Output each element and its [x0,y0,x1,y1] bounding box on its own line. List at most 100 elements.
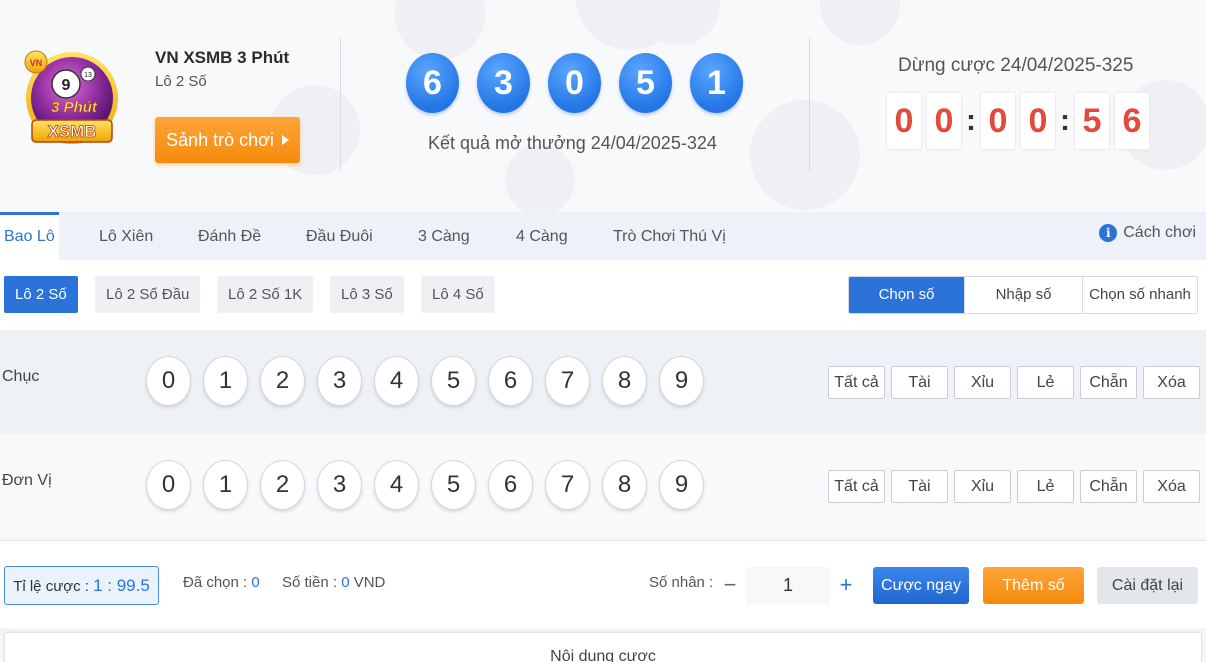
multiplier-label: Số nhân : [649,574,714,591]
bet-now-button[interactable]: Cược ngay [873,567,969,604]
number-row-don-vi: Đơn Vị 0 1 2 3 4 5 6 7 8 9 Tất cả Tài Xỉ… [0,434,1206,538]
svg-text:XSMB: XSMB [47,122,96,141]
number-row-chuc: Chục 0 1 2 3 4 5 6 7 8 9 Tất cả Tài Xỉu … [0,330,1206,434]
countdown-timer: 0 0 : 0 0 : 5 6 [886,92,1154,150]
arrow-right-icon [281,135,289,145]
mode-chon-so[interactable]: Chọn số [849,277,964,313]
tab-bao-lo[interactable]: Bao Lô [0,212,59,260]
result-ball: 5 [619,53,672,113]
subtab-lo-2-so-1k[interactable]: Lô 2 Số 1K [217,276,314,313]
number-ball[interactable]: 7 [545,460,590,510]
result-label: Kết quả mở thưởng 24/04/2025-324 [428,133,717,153]
select-small-button[interactable]: Xỉu [954,470,1011,503]
subtab-lo-4-so[interactable]: Lô 4 Số [421,276,495,313]
number-ball[interactable]: 8 [602,460,647,510]
number-balls: 0 1 2 3 4 5 6 7 8 9 [146,460,704,510]
result-ball: 0 [548,53,601,113]
bet-amount: Số tiền : 0 VND [282,574,385,591]
number-ball[interactable]: 3 [317,460,362,510]
decorative-ball [820,0,900,45]
countdown-digit: 0 [1020,92,1056,150]
how-to-play-link[interactable]: i Cách chơi [1099,224,1196,242]
result-ball: 1 [690,53,743,113]
select-all-button[interactable]: Tất cả [828,366,885,399]
number-ball[interactable]: 4 [374,356,419,406]
input-mode-group: Chọn số Nhập số Chọn số nhanh [848,276,1198,314]
number-ball[interactable]: 3 [317,356,362,406]
quick-select-group: Tất cả Tài Xỉu Lẻ Chẵn Xóa [828,470,1200,503]
reset-button[interactable]: Cài đặt lại [1097,567,1198,604]
subtab-lo-2-so-dau[interactable]: Lô 2 Số Đầu [95,276,201,313]
countdown-digit: 0 [926,92,962,150]
number-ball[interactable]: 1 [203,460,248,510]
countdown-colon: : [966,104,976,137]
multiplier-input[interactable] [746,567,830,604]
svg-text:3 Phút: 3 Phút [51,99,98,116]
select-even-button[interactable]: Chẵn [1080,470,1137,503]
select-odd-button[interactable]: Lẻ [1017,366,1074,399]
select-all-button[interactable]: Tất cả [828,470,885,503]
bet-bar: Tỉ lệ cược : 1 : 99.5 Đã chọn : 0 Số tiề… [0,540,1206,628]
number-ball[interactable]: 5 [431,460,476,510]
svg-text:13: 13 [84,72,92,79]
selected-value: 0 [251,574,260,591]
lobby-button-label: Sảnh trò chơi [166,129,274,150]
odds-value: 1 : 99.5 [93,576,150,595]
select-odd-button[interactable]: Lẻ [1017,470,1074,503]
countdown-digit: 0 [980,92,1016,150]
divider [809,38,810,171]
number-ball[interactable]: 5 [431,356,476,406]
select-even-button[interactable]: Chẵn [1080,366,1137,399]
result-ball: 6 [406,53,459,113]
decorative-ball [505,145,575,212]
number-ball[interactable]: 7 [545,356,590,406]
game-type-tabs: Bao Lô Lô Xiên Đánh Đề Đầu Đuôi 3 Càng 4… [0,212,1206,260]
tab-4-cang[interactable]: 4 Càng [516,212,568,260]
quick-select-group: Tất cả Tài Xỉu Lẻ Chẵn Xóa [828,366,1200,399]
currency-label: VND [349,574,386,591]
tab-tro-choi-thu-vi[interactable]: Trò Chơi Thú Vị [613,212,726,260]
clear-button[interactable]: Xóa [1143,470,1200,503]
number-ball[interactable]: 4 [374,460,419,510]
selected-count: Đã chọn : 0 [183,574,260,591]
add-number-button[interactable]: Thêm số [983,567,1084,604]
number-ball[interactable]: 2 [260,460,305,510]
bet-content-panel: Nội dung cược [4,632,1202,662]
minus-icon[interactable]: − [714,567,746,604]
number-ball[interactable]: 1 [203,356,248,406]
clear-button[interactable]: Xóa [1143,366,1200,399]
plus-icon[interactable]: + [830,567,862,604]
number-ball[interactable]: 0 [146,460,191,510]
select-small-button[interactable]: Xỉu [954,366,1011,399]
tab-lo-xien[interactable]: Lô Xiên [99,212,153,260]
row-label: Chục [2,368,40,385]
select-big-button[interactable]: Tài [891,366,948,399]
number-ball[interactable]: 6 [488,460,533,510]
decorative-ball [395,0,485,60]
countdown-colon: : [1060,104,1070,137]
number-ball[interactable]: 9 [659,460,704,510]
odds-label: Tỉ lệ cược : [13,578,94,595]
bet-content-title: Nội dung cược [550,648,656,662]
select-big-button[interactable]: Tài [891,470,948,503]
mode-chon-so-nhanh[interactable]: Chọn số nhanh [1082,277,1197,313]
amount-value: 0 [341,574,350,591]
odds-badge: Tỉ lệ cược : 1 : 99.5 [4,566,159,605]
countdown-digit: 0 [886,92,922,150]
tab-3-cang[interactable]: 3 Càng [418,212,470,260]
tab-danh-de[interactable]: Đánh Đề [198,212,261,260]
subtab-lo-2-so[interactable]: Lô 2 Số [4,276,78,313]
tab-dau-duoi[interactable]: Đầu Đuôi [306,212,373,260]
subtab-lo-3-so[interactable]: Lô 3 Số [330,276,404,313]
number-ball[interactable]: 6 [488,356,533,406]
lobby-button[interactable]: Sảnh trò chơi [155,117,300,163]
number-ball[interactable]: 2 [260,356,305,406]
mode-nhap-so[interactable]: Nhập số [964,277,1082,313]
number-ball[interactable]: 0 [146,356,191,406]
multiplier-stepper: − + [714,567,862,604]
countdown-digit: 6 [1114,92,1150,150]
row-label: Đơn Vị [2,472,52,489]
number-ball[interactable]: 9 [659,356,704,406]
number-balls: 0 1 2 3 4 5 6 7 8 9 [146,356,704,406]
number-ball[interactable]: 8 [602,356,647,406]
